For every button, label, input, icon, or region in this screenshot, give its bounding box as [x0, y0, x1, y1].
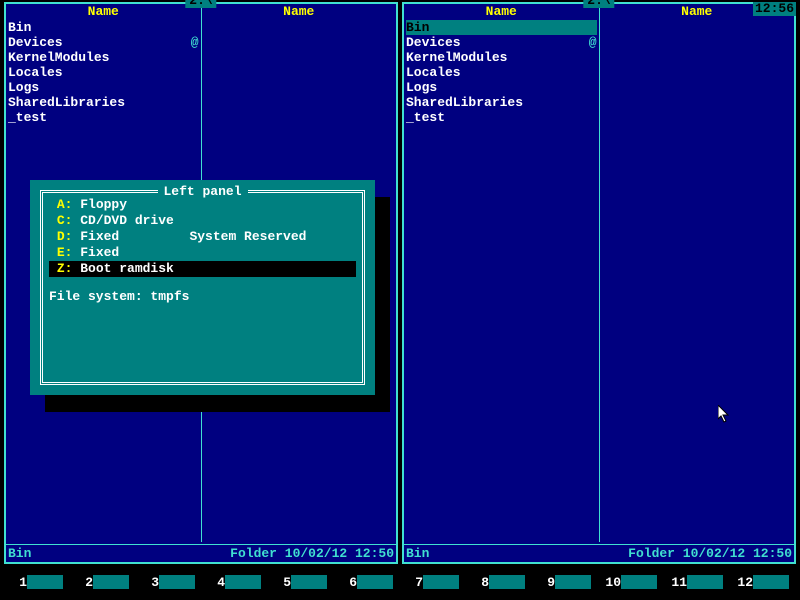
- fkey-number: 1: [11, 575, 27, 590]
- symlink-mark: @: [589, 35, 597, 50]
- drive-row[interactable]: A: Floppy: [49, 197, 356, 213]
- fkey-label: [555, 575, 591, 589]
- panel-path[interactable]: 2:\: [583, 0, 614, 8]
- fkey-5[interactable]: 5: [275, 575, 327, 590]
- fkey-number: 10: [605, 575, 621, 590]
- panel-status: Bin Folder 10/02/12 12:50: [6, 544, 396, 562]
- drive-row[interactable]: E: Fixed: [49, 245, 356, 261]
- fkey-label: [753, 575, 789, 589]
- panel-status: Bin Folder 10/02/12 12:50: [404, 544, 794, 562]
- clock: 12:56: [753, 2, 796, 16]
- drive-row[interactable]: Z: Boot ramdisk: [49, 261, 356, 277]
- fkey-label: [357, 575, 393, 589]
- filesystem-label: File system: tmpfs: [43, 281, 362, 312]
- list-item[interactable]: Locales: [406, 65, 597, 80]
- fkey-number: 9: [539, 575, 555, 590]
- fkey-label: [159, 575, 195, 589]
- panel-column: Name: [599, 4, 795, 542]
- fkey-9[interactable]: 9: [539, 575, 591, 590]
- fkey-12[interactable]: 12: [737, 575, 789, 590]
- panel-column: NameBinDevices@KernelModulesLocalesLogsS…: [404, 4, 599, 542]
- list-item[interactable]: Bin: [8, 20, 199, 35]
- fkey-6[interactable]: 6: [341, 575, 393, 590]
- fkey-label: [489, 575, 525, 589]
- fkey-2[interactable]: 2: [77, 575, 129, 590]
- mouse-cursor-icon: [718, 405, 730, 423]
- fkey-number: 6: [341, 575, 357, 590]
- drive-row[interactable]: D: Fixed System Reserved: [49, 229, 356, 245]
- list-item[interactable]: SharedLibraries: [8, 95, 199, 110]
- list-item[interactable]: SharedLibraries: [406, 95, 597, 110]
- status-name: Bin: [8, 545, 31, 562]
- list-item[interactable]: Logs: [8, 80, 199, 95]
- fkey-8[interactable]: 8: [473, 575, 525, 590]
- fkey-number: 8: [473, 575, 489, 590]
- fkey-4[interactable]: 4: [209, 575, 261, 590]
- list-item[interactable]: Devices@: [8, 35, 199, 50]
- drive-select-dialog: Left panel A: Floppy C: CD/DVD drive D: …: [30, 180, 375, 395]
- fkey-label: [93, 575, 129, 589]
- list-item[interactable]: Locales: [8, 65, 199, 80]
- list-item[interactable]: Bin: [406, 20, 597, 35]
- fkey-label: [621, 575, 657, 589]
- status-name: Bin: [406, 545, 429, 562]
- status-info: Folder 10/02/12 12:50: [230, 545, 394, 562]
- fkey-number: 3: [143, 575, 159, 590]
- list-item[interactable]: _test: [8, 110, 199, 125]
- fkey-label: [423, 575, 459, 589]
- fkey-number: 7: [407, 575, 423, 590]
- fkey-number: 4: [209, 575, 225, 590]
- fkey-label: [291, 575, 327, 589]
- column-header[interactable]: Name: [202, 4, 397, 20]
- right-panel: 2:\12:56NameBinDevices@KernelModulesLoca…: [402, 2, 796, 564]
- column-header[interactable]: Name: [404, 4, 599, 20]
- fkey-number: 11: [671, 575, 687, 590]
- drive-row[interactable]: C: CD/DVD drive: [49, 213, 356, 229]
- list-item[interactable]: KernelModules: [406, 50, 597, 65]
- fkey-number: 12: [737, 575, 753, 590]
- status-info: Folder 10/02/12 12:50: [628, 545, 792, 562]
- list-item[interactable]: Devices@: [406, 35, 597, 50]
- list-item[interactable]: KernelModules: [8, 50, 199, 65]
- fkey-label: [27, 575, 63, 589]
- symlink-mark: @: [191, 35, 199, 50]
- fkey-number: 5: [275, 575, 291, 590]
- function-key-bar: 123456789101112: [0, 574, 800, 590]
- fkey-1[interactable]: 1: [11, 575, 63, 590]
- dialog-title: Left panel: [157, 184, 247, 199]
- column-header[interactable]: Name: [6, 4, 201, 20]
- fkey-7[interactable]: 7: [407, 575, 459, 590]
- fkey-3[interactable]: 3: [143, 575, 195, 590]
- fkey-label: [225, 575, 261, 589]
- list-item[interactable]: _test: [406, 110, 597, 125]
- fkey-label: [687, 575, 723, 589]
- fkey-11[interactable]: 11: [671, 575, 723, 590]
- panel-path[interactable]: 2:\: [185, 0, 216, 8]
- fkey-number: 2: [77, 575, 93, 590]
- list-item[interactable]: Logs: [406, 80, 597, 95]
- fkey-10[interactable]: 10: [605, 575, 657, 590]
